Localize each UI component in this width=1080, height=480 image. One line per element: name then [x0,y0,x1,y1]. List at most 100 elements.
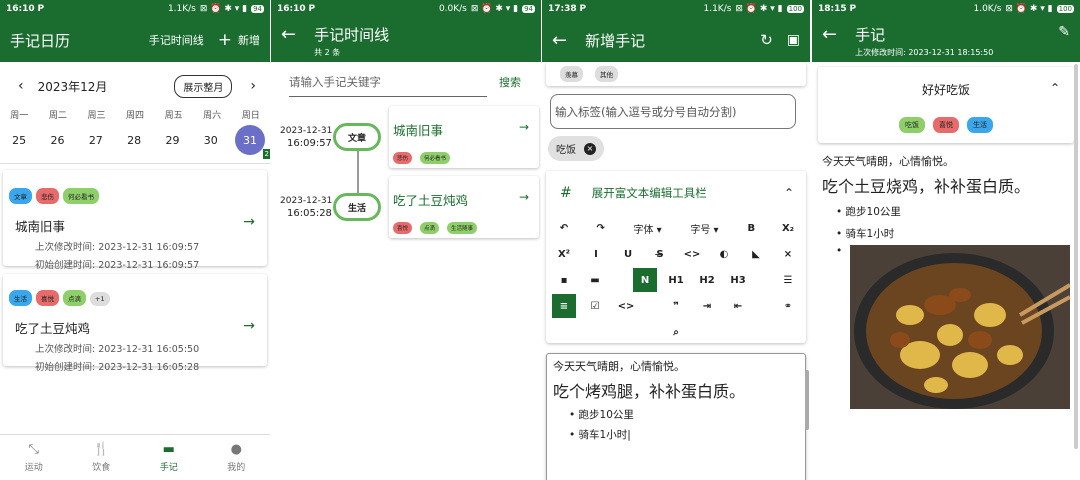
back-arrow-icon[interactable]: ← [552,30,567,51]
arrow-right-icon[interactable]: → [519,120,529,134]
h1-button[interactable]: H1 [664,268,688,292]
calendar-screen: 16:10 P 1.1K/s ⊠ ⏰ ✱ ▾ ▮ 94 手记日历 手记时间线 + 新… [0,0,270,480]
font-select[interactable]: 字体 ▾ [625,221,669,236]
day-cell[interactable]: 28 [115,134,153,147]
bullet-list-icon[interactable]: ≡ [552,294,576,318]
nav-label: 手记 [159,463,178,473]
status-bar: 16:10 P 0.0K/s ⊠ ⏰ ✱ ▾ ▮ 94 [271,0,541,18]
add-icon[interactable]: + [218,30,232,50]
created-time: 初始创建时间: 2023-12-31 16:05:28 [35,362,200,373]
video-icon[interactable]: ▬ [583,268,607,292]
timeline-card[interactable]: 吃了土豆炖鸡 → 喜悦 点滴 生活随事 [389,176,539,238]
bold-icon[interactable]: B [739,216,763,240]
weekday-label: 周五 [164,111,183,121]
normal-text-button[interactable]: N [633,268,657,292]
scrollbar[interactable] [1074,64,1078,449]
search-button[interactable]: 搜索 [499,74,521,90]
day-cell[interactable]: 25 [0,134,38,147]
h3-button[interactable]: H3 [726,268,750,292]
tag: 喜悦 [36,290,59,306]
nav-item[interactable]: 🍴 饮食 [68,435,136,480]
subscript-icon[interactable]: X₂ [776,216,800,240]
status-time: 16:10 [6,4,35,14]
battery: 100 [786,5,804,13]
nav-item[interactable]: ⤡ 运动 [0,435,68,480]
ordered-list-icon[interactable]: ☰ [776,268,800,292]
tag: 何必看书 [63,188,99,204]
back-arrow-icon[interactable]: ← [281,24,296,45]
tag-option[interactable]: 其他 [595,66,618,82]
status-bar: 17:38 P 1.1K/s ⊠ ⏰ ✱ ▾ ▮ 100 [542,0,810,18]
day-cell[interactable]: 30 [192,134,230,147]
tag: 喜悦 [393,222,413,234]
underline-icon[interactable]: U [616,242,640,266]
day-cell[interactable]: 26 [38,134,76,147]
quote-icon[interactable]: ❞ [664,294,688,318]
prev-month-icon[interactable]: ‹ [18,78,24,94]
created-time: 初始创建时间: 2023-12-31 16:09:57 [35,260,200,271]
tag: 喜悦 [933,117,959,133]
h2-button[interactable]: H2 [695,268,719,292]
outdent-icon[interactable]: ⇤ [726,294,750,318]
search-icon[interactable]: ⌕ [664,320,688,344]
tag-chip: 吃饭 × [548,136,604,161]
clear-format-icon[interactable]: ⨯ [776,242,800,266]
chevron-up-icon[interactable]: ⌃ [1050,81,1060,95]
tag-option[interactable]: 羡慕 [560,66,583,82]
redo-icon[interactable]: ↷ [589,216,613,240]
tag-input[interactable]: 输入标签(输入逗号或分号自动分割) [550,94,796,129]
remove-chip-icon[interactable]: × [584,142,596,155]
profile-icon: ● [230,442,242,457]
palette-icon[interactable]: ◐ [712,242,736,266]
toolbar-row: ≡ ☑ <> ❞ ⇥ ⇤ ⚭ [552,293,800,319]
entry-card[interactable]: 生活 喜悦 点滴 +1 吃了土豆炖鸡 上次修改时间: 2023-12-31 16:05:5… [3,274,267,373]
arrow-right-icon[interactable]: → [243,214,255,230]
code-inline-icon[interactable]: <> [680,242,704,266]
toggle-toolbar[interactable]: 展开富文本编辑工具栏 [592,185,707,201]
note-title: 好好吃饭 [921,83,970,97]
nav-item[interactable]: ▬ 手记 [135,435,203,480]
nav-label: 我的 [227,463,246,473]
scrollbar[interactable] [805,370,809,430]
back-arrow-icon[interactable]: ← [822,24,837,45]
show-month-button[interactable]: 展示整月 [174,74,233,98]
battery: 94 [251,5,264,13]
code-block-icon[interactable]: <> [614,294,638,318]
save-icon[interactable]: ▣ [787,32,800,48]
add-button[interactable]: 新增 [238,32,260,48]
fill-icon[interactable]: ◣ [744,242,768,266]
strike-icon[interactable]: S̶ [648,242,672,266]
timeline-card[interactable]: 城南旧事 → 悲伤 何必看书 [389,106,539,168]
chevron-up-icon[interactable]: ⌃ [784,186,794,200]
indent-icon[interactable]: ⇥ [695,294,719,318]
size-select[interactable]: 字号 ▾ [682,221,726,236]
search-input[interactable]: 请输入手记关键字 [289,68,487,97]
checkbox-icon[interactable]: ☑ [583,294,607,318]
superscript-icon[interactable]: X² [552,242,576,266]
refresh-icon[interactable]: ↻ [760,31,773,49]
timeline-button[interactable]: 手记时间线 [149,32,204,48]
day-cell[interactable]: 29 [153,134,191,147]
page-title: 新增手记 [585,31,646,50]
entry-list: 文章 悲伤 何必看书 城南旧事 上次修改时间: 2023-12-31 16:09:57 初… [0,170,270,373]
status-net: 1.1K/s [167,4,196,14]
undo-icon[interactable]: ↶ [552,216,576,240]
entry-title: 吃了土豆炖鸡 [15,321,91,336]
entry-card[interactable]: 文章 悲伤 何必看书 城南旧事 上次修改时间: 2023-12-31 16:09:57 初… [3,170,267,271]
arrow-right-icon[interactable]: → [519,190,529,204]
entry-date: 2023-12-31 [280,126,333,136]
italic-icon[interactable]: I [584,242,608,266]
day-cell[interactable]: 27 [77,134,115,147]
next-month-icon[interactable]: › [250,78,256,94]
tag-options: 羡慕 其他 [546,62,806,86]
modified-time: 上次修改时间: 2023-12-31 18:15:50 [855,48,994,57]
toolbar-row: ▪ ▬ N H1 H2 H3 ☰ [552,267,800,293]
arrow-right-icon[interactable]: → [243,318,255,334]
image-icon[interactable]: ▪ [552,268,576,292]
edit-icon[interactable]: ✎ [1058,24,1070,40]
day-cell[interactable]: 31 2 [234,125,270,159]
entry-title: 吃了土豆炖鸡 [393,193,469,208]
editor[interactable]: 今天天气晴朗，心情愉悦。 吃个烤鸡腿，补补蛋白质。 • 跑步10公里 • 骑车1… [546,353,806,480]
link-icon[interactable]: ⚭ [776,294,800,318]
nav-item[interactable]: ● 我的 [203,435,271,480]
